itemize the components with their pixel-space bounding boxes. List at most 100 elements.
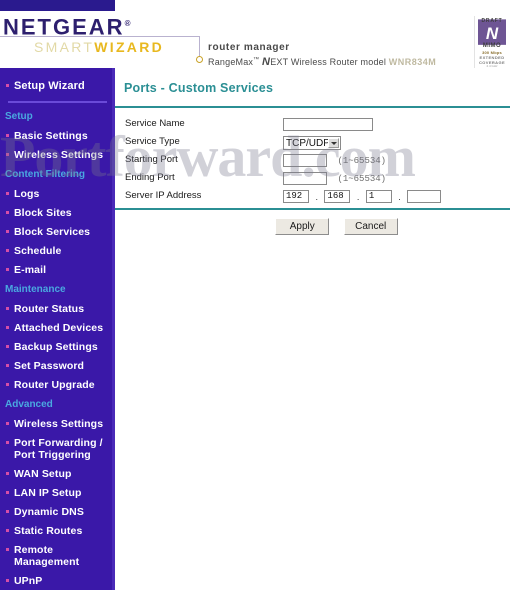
service-name-control xyxy=(283,116,373,134)
service-type-label: Service Type xyxy=(125,136,180,147)
sidebar-item-label: Set Password xyxy=(14,360,85,372)
bullet-icon xyxy=(6,472,9,475)
registered-trademark-icon: ® xyxy=(124,19,131,28)
sidebar-item-block-sites[interactable]: Block Sites xyxy=(0,207,115,219)
page-title: Ports - Custom Services xyxy=(124,81,274,95)
cancel-button[interactable]: Cancel xyxy=(343,218,398,235)
bullet-icon xyxy=(6,307,9,310)
page-header: NETGEAR® SMARTWIZARD router manager Rang… xyxy=(0,11,510,68)
service-type-selected-value: TCP/UDP xyxy=(286,137,330,149)
sidebar-item-lan-ip-setup[interactable]: LAN IP Setup xyxy=(0,487,115,499)
bullet-icon xyxy=(6,211,9,214)
sidebar-item-remote-management[interactable]: Remote Management xyxy=(0,544,115,568)
sidebar-item-router-upgrade[interactable]: Router Upgrade xyxy=(0,379,115,391)
sidebar-item-static-routes[interactable]: Static Routes xyxy=(0,525,115,537)
bullet-icon xyxy=(6,441,9,444)
router-manager-label: router manager xyxy=(208,42,290,53)
badge-n-letter: N xyxy=(485,24,499,43)
sidebar-item-label: Remote Management xyxy=(14,544,80,568)
bullet-icon xyxy=(6,529,9,532)
sidebar-item-backup-settings[interactable]: Backup Settings xyxy=(0,341,115,353)
custom-service-form: Service Name Service Type TCP/UDP Starti… xyxy=(115,116,510,206)
sidebar-item-setup-wizard[interactable]: Setup Wizard xyxy=(0,80,115,92)
server-ip-octet-4[interactable] xyxy=(407,190,442,204)
apply-button[interactable]: Apply xyxy=(275,218,330,235)
ending-port-hint: (1~65534) xyxy=(337,173,387,184)
sidebar-divider xyxy=(8,101,107,103)
bullet-icon xyxy=(6,326,9,329)
sidebar-item-block-services[interactable]: Block Services xyxy=(0,226,115,238)
bullet-icon xyxy=(6,249,9,252)
product-model-line: RangeMax™ NEXT Wireless Router model WNR… xyxy=(208,56,436,68)
sidebar-section-maintenance: Maintenance xyxy=(5,284,66,295)
chevron-down-icon[interactable] xyxy=(328,137,339,148)
sidebar-item-label: Wireless Settings xyxy=(14,149,104,161)
sidebar-section-content-filtering: Content Filtering xyxy=(5,169,85,180)
server-ip-address-label: Server IP Address xyxy=(125,190,202,201)
bullet-icon xyxy=(6,510,9,513)
server-ip-octet-1[interactable]: 192 xyxy=(283,190,309,204)
sidebar-item-router-status[interactable]: Router Status xyxy=(0,303,115,315)
bullet-icon xyxy=(6,383,9,386)
next-n-letter: N xyxy=(262,56,271,68)
sidebar-item-label: E-mail xyxy=(14,264,47,276)
main-content: Ports - Custom Services Service Name Ser… xyxy=(115,68,510,590)
ending-port-control: (1~65534) xyxy=(283,170,386,188)
server-ip-octet-3[interactable]: 1 xyxy=(365,190,392,204)
sidebar-section-setup: Setup xyxy=(5,111,33,122)
sidebar-item-label: Backup Settings xyxy=(14,341,98,353)
sidebar-item-advanced-wireless-settings[interactable]: Wireless Settings xyxy=(0,418,115,430)
sidebar-item-label: Setup Wizard xyxy=(14,80,85,92)
sidebar-item-label: WAN Setup xyxy=(14,468,72,480)
sidebar-item-attached-devices[interactable]: Attached Devices xyxy=(0,322,115,334)
sidebar-item-label: Wireless Settings xyxy=(14,418,104,430)
ending-port-input[interactable] xyxy=(283,172,327,186)
bullet-icon xyxy=(6,579,9,582)
server-ip-address-control: 192 . 168 . 1 . xyxy=(283,188,442,206)
bullet-icon xyxy=(6,192,9,195)
bullet-icon xyxy=(6,548,9,551)
sidebar-item-label: UPnP xyxy=(14,575,43,587)
sidebar-item-label: Router Status xyxy=(14,303,85,315)
wizard-text: WIZARD xyxy=(94,39,165,55)
sidebar-item-label: Port Forwarding / Port Triggering xyxy=(14,437,103,461)
sidebar-item-dynamic-dns[interactable]: Dynamic DNS xyxy=(0,506,115,518)
form-row-starting-port: Starting Port (1~65534) xyxy=(115,152,510,170)
server-ip-octet-2[interactable]: 168 xyxy=(324,190,351,204)
sidebar-item-label: Router Upgrade xyxy=(14,379,95,391)
title-underline xyxy=(115,106,510,108)
ip-separator: . xyxy=(315,191,318,202)
sidebar-item-label: Attached Devices xyxy=(14,322,104,334)
sidebar-item-logs[interactable]: Logs xyxy=(0,188,115,200)
bullet-icon xyxy=(6,134,9,137)
form-bottom-divider xyxy=(115,208,510,210)
sidebar-item-port-forwarding-triggering[interactable]: Port Forwarding / Port Triggering xyxy=(0,437,115,461)
sidebar-item-label: Block Services xyxy=(14,226,91,238)
service-name-input[interactable] xyxy=(283,118,373,132)
sidebar-item-email[interactable]: E-mail xyxy=(0,264,115,276)
smart-text: SMART xyxy=(34,39,95,55)
service-type-select[interactable]: TCP/UDP xyxy=(283,135,341,150)
ip-separator: . xyxy=(356,191,360,202)
sidebar-item-label: Logs xyxy=(14,188,40,200)
sidebar-item-wan-setup[interactable]: WAN Setup xyxy=(0,468,115,480)
sidebar-item-set-password[interactable]: Set Password xyxy=(0,360,115,372)
form-row-service-name: Service Name xyxy=(115,116,510,134)
starting-port-input[interactable] xyxy=(283,154,327,168)
service-name-label: Service Name xyxy=(125,118,185,129)
sidebar-item-upnp[interactable]: UPnP xyxy=(0,575,115,587)
sidebar-item-basic-settings[interactable]: Basic Settings xyxy=(0,130,115,142)
smartwizard-logo: SMARTWIZARD xyxy=(34,39,164,55)
sidebar-item-label: Basic Settings xyxy=(14,130,88,142)
header-vertical-divider xyxy=(199,36,200,58)
sidebar-section-advanced: Advanced xyxy=(5,399,53,410)
badge-mimo-label: MIMO xyxy=(482,43,502,49)
next-description: EXT Wireless Router model xyxy=(270,57,387,67)
starting-port-control: (1~65534) xyxy=(283,152,386,170)
bullet-icon xyxy=(6,491,9,494)
bullet-icon xyxy=(6,268,9,271)
sidebar-item-label: Dynamic DNS xyxy=(14,506,84,518)
sidebar-item-schedule[interactable]: Schedule xyxy=(0,245,115,257)
sidebar-item-wireless-settings[interactable]: Wireless Settings xyxy=(0,149,115,161)
form-row-server-ip-address: Server IP Address 192 . 168 . 1 . xyxy=(115,188,510,206)
